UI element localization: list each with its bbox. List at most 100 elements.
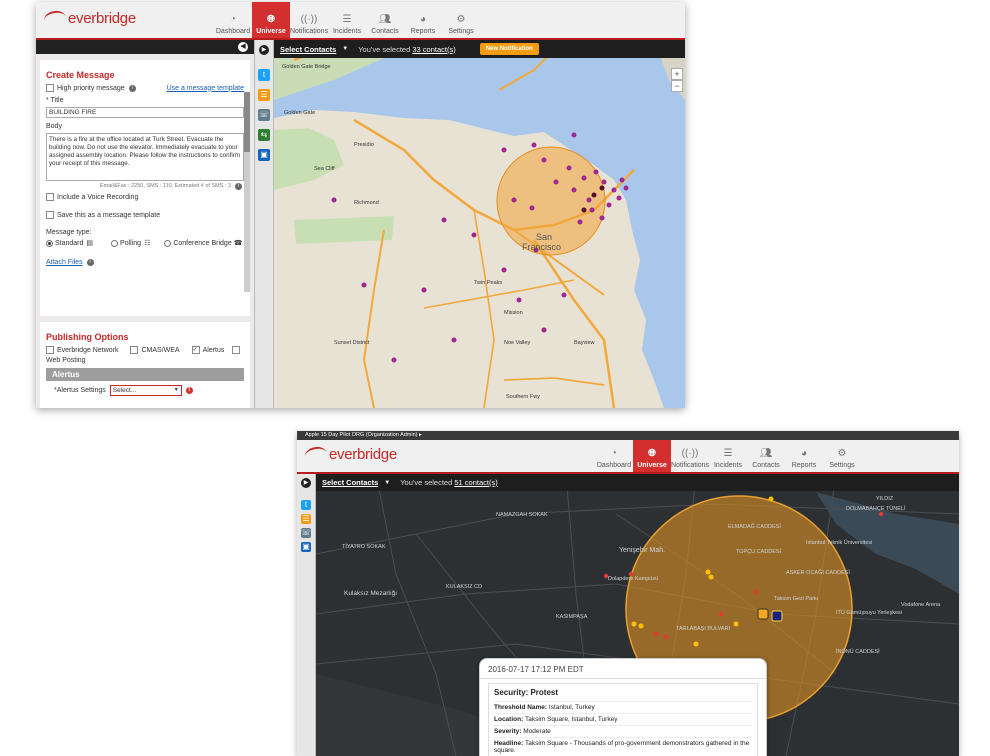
sf-map[interactable]: Select Contacts ▼ You've selected 33 con…: [274, 40, 685, 408]
use-template-link[interactable]: Use a message template: [167, 85, 244, 92]
nav-label: Contacts: [752, 462, 780, 469]
headline-key: Headline:: [494, 740, 524, 747]
select-contacts-link[interactable]: Select Contacts: [322, 478, 378, 487]
select-contacts-dropdown-icon[interactable]: ▼: [384, 480, 390, 486]
nav-label: Contacts: [371, 28, 399, 35]
phone-book-icon[interactable]: ☏: [258, 109, 270, 121]
logo-text: everbridge: [68, 10, 136, 27]
info-icon[interactable]: i: [128, 84, 136, 92]
alertus-checkbox[interactable]: [191, 346, 200, 354]
voice-recording-label: Include a Voice Recording: [57, 193, 139, 201]
counts-text: Email&Fax : 2250, SMS : 110, Estimated #…: [99, 183, 231, 189]
zoom-in-button[interactable]: +: [671, 68, 683, 80]
info-icon[interactable]: i: [235, 183, 242, 190]
everbridge-network-label: Everbridge Network: [57, 346, 119, 354]
everbridge-logo[interactable]: everbridge: [42, 8, 136, 29]
high-priority-checkbox[interactable]: [46, 84, 54, 92]
nav-dashboard[interactable]: ◔ Dashboard: [595, 440, 633, 472]
create-message-title: Create Message: [46, 70, 115, 80]
nav-reports[interactable]: ◕ Reports: [404, 2, 442, 38]
alertus-header: Alertus: [46, 368, 244, 381]
map-label: KASIMPAŞA: [556, 614, 588, 620]
nav-label: Incidents: [332, 28, 362, 35]
alertus-settings-label: *Alertus Settings: [54, 387, 106, 394]
panel-header: ◀: [36, 40, 254, 54]
nav-notifications[interactable]: ((·)) Notifications: [671, 440, 709, 472]
scrollbar-thumb[interactable]: [244, 92, 250, 152]
share-icon[interactable]: ⇆: [258, 129, 270, 141]
attach-files-link[interactable]: Attach Files: [46, 259, 83, 266]
body-textarea[interactable]: There is a fire at the office located at…: [46, 133, 244, 181]
nav-contacts[interactable]: 👥︎ Contacts: [747, 440, 785, 472]
required-alert-icon: !: [185, 387, 193, 394]
play-icon[interactable]: ▶: [259, 45, 269, 55]
nav-incidents[interactable]: ☰ Incidents: [328, 2, 366, 38]
phone-icon: ☎: [233, 240, 243, 247]
play-icon[interactable]: ▶: [301, 478, 311, 488]
top-navigation-bar: everbridge ◔ Dashboard 🌐︎ Universe ((·)) No…: [297, 440, 959, 474]
phone-book-icon[interactable]: ☏: [301, 528, 311, 538]
org-breadcrumb[interactable]: Apple 15 Day Pilot ORG (Organization Adm…: [297, 431, 959, 440]
title-label: * Title: [46, 97, 64, 104]
polling-radio[interactable]: [111, 239, 119, 247]
web-posting-checkbox[interactable]: [232, 346, 241, 354]
standard-radio[interactable]: [46, 239, 53, 247]
pie-chart-icon: ◕: [419, 14, 427, 25]
map-label-sf: Francisco: [522, 242, 562, 252]
selected-count-link[interactable]: 33 contact(s): [412, 45, 455, 54]
nav-reports[interactable]: ◕ Reports: [785, 440, 823, 472]
title-input[interactable]: BUILDING FIRE: [46, 107, 244, 118]
twitter-icon[interactable]: t: [258, 69, 270, 81]
conference-radio[interactable]: [164, 239, 172, 247]
save-template-checkbox[interactable]: [46, 211, 54, 219]
headline-row: Headline: Taksim Square - Thousands of p…: [494, 737, 752, 756]
rss-icon[interactable]: ☰: [301, 514, 311, 524]
nav-universe[interactable]: 🌐︎ Universe: [633, 440, 671, 472]
save-template-label: Save this as a message template: [57, 211, 161, 219]
twitter-icon[interactable]: t: [301, 500, 311, 510]
new-notification-button[interactable]: New Notification: [479, 43, 539, 55]
selected-count-link[interactable]: 51 contact(s): [454, 478, 497, 487]
main-nav: ◔ Dashboard 🌐︎ Universe ((·)) Notifications…: [595, 440, 861, 472]
nav-universe[interactable]: 🌐︎ Universe: [252, 2, 290, 38]
nav-contacts[interactable]: 👥︎ Contacts: [366, 2, 404, 38]
map-label: İstanbul Teknik Üniversitesi: [806, 540, 873, 546]
cmas-checkbox[interactable]: [130, 346, 139, 354]
map-label: Southern Fwy: [506, 394, 540, 400]
body-label: Body: [46, 123, 62, 130]
alert-title: Security: Protest: [494, 688, 559, 697]
sf-map-graphic: [274, 40, 685, 408]
sf-universe-window: everbridge ◔ Dashboard 🌐︎ Universe ((·)) No…: [36, 2, 685, 408]
map-label: Kulaksız Mezarlığı: [344, 590, 398, 597]
map-label: Yenişehir Mah.: [619, 547, 666, 554]
select-contacts-dropdown-icon[interactable]: ▼: [342, 46, 348, 52]
cmas-label: CMAS/WEA: [141, 346, 180, 354]
attach-files-row: Attach Files i: [46, 259, 244, 266]
nav-label: Settings: [829, 462, 855, 469]
panel-scrollbar[interactable]: [244, 92, 250, 292]
id-card-icon[interactable]: ▣: [258, 149, 270, 161]
nav-label: Incidents: [713, 462, 743, 469]
zoom-out-button[interactable]: −: [671, 80, 683, 92]
alertus-settings-select[interactable]: Select...: [109, 385, 182, 396]
rss-icon[interactable]: ☰: [258, 89, 270, 101]
map-label: İTÜ Gümüşsuyu Yerleşkesi: [836, 610, 903, 616]
message-counts: Email&Fax : 2250, SMS : 110, Estimated #…: [48, 183, 242, 190]
info-icon[interactable]: i: [86, 259, 94, 266]
collapse-panel-icon[interactable]: ◀: [238, 42, 248, 52]
map-label: Presidio: [354, 142, 374, 148]
voice-recording-checkbox[interactable]: [46, 193, 54, 201]
nav-notifications[interactable]: ((·)) Notifications: [290, 2, 328, 38]
threshold-value: Istanbul, Turkey: [548, 704, 595, 711]
everbridge-logo[interactable]: everbridge: [303, 444, 397, 465]
map-label: Bayview: [574, 340, 595, 346]
select-contacts-link[interactable]: Select Contacts: [280, 45, 336, 54]
id-card-icon[interactable]: ▣: [301, 542, 311, 552]
people-icon: 👥︎: [759, 448, 773, 459]
nav-settings[interactable]: ⚙ Settings: [823, 440, 861, 472]
map-label: Golden Gate: [284, 110, 316, 116]
everbridge-network-checkbox[interactable]: [46, 346, 54, 354]
nav-dashboard[interactable]: ◔ Dashboard: [214, 2, 252, 38]
nav-settings[interactable]: ⚙ Settings: [442, 2, 480, 38]
nav-incidents[interactable]: ☰ Incidents: [709, 440, 747, 472]
